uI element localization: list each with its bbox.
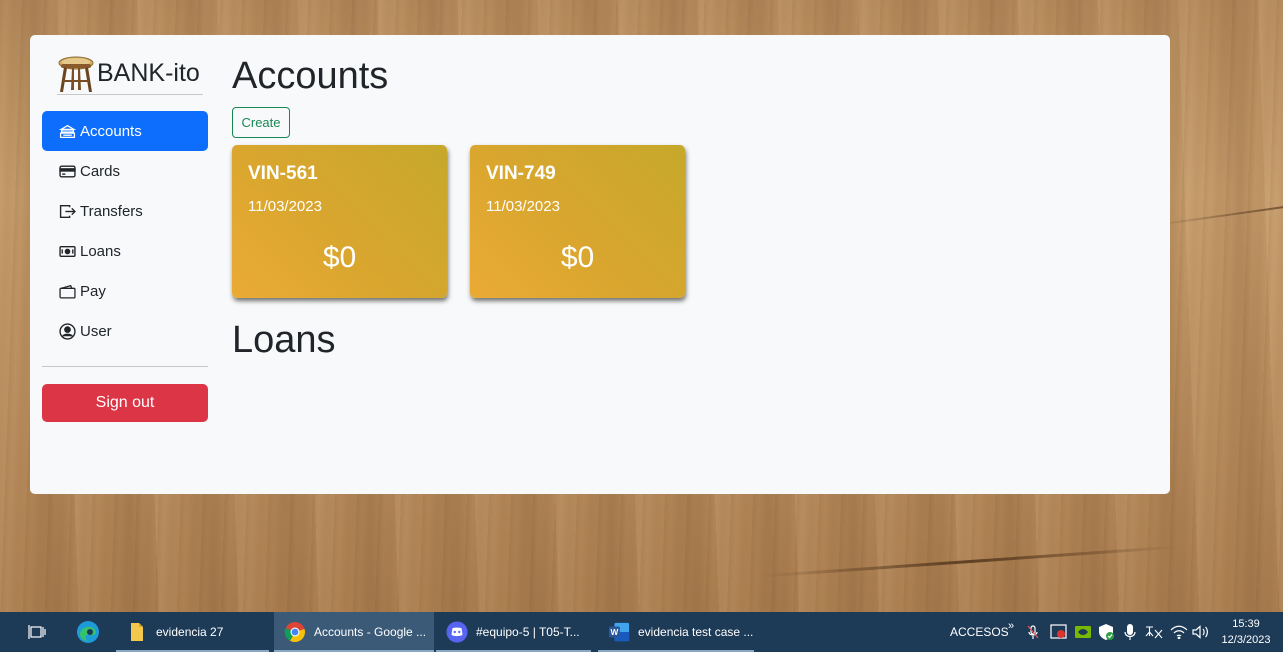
- sidebar-item-transfers[interactable]: Transfers: [42, 191, 208, 231]
- volume-icon[interactable]: [1192, 612, 1210, 652]
- security-shield-icon[interactable]: [1098, 612, 1114, 652]
- sidebar-item-user[interactable]: User: [42, 311, 208, 351]
- brand-name: BANK-ito: [97, 59, 200, 87]
- taskbar-app-label: Accounts - Google ...: [314, 625, 427, 639]
- sidebar-item-label: Pay: [80, 282, 106, 300]
- taskbar-app-label: evidencia 27: [156, 625, 224, 639]
- chrome-icon: [284, 621, 306, 643]
- cash-icon: [58, 242, 76, 260]
- taskbar-app-label: evidencia test case ...: [638, 625, 754, 639]
- sign-out-button[interactable]: Sign out: [42, 384, 208, 422]
- create-account-button[interactable]: Create: [232, 107, 290, 138]
- clock-time: 15:39: [1232, 618, 1260, 630]
- page-title: Accounts: [232, 55, 389, 97]
- nvidia-icon[interactable]: [1074, 612, 1092, 652]
- wallet-icon: [58, 282, 76, 300]
- sidebar-item-loans[interactable]: Loans: [42, 231, 208, 271]
- sidebar-item-label: Transfers: [80, 202, 143, 220]
- taskbar-app-explorer[interactable]: evidencia 27: [116, 612, 269, 652]
- taskbar: evidencia 27 Accounts - Google ... #equi…: [0, 612, 1283, 652]
- sidebar-item-label: Accounts: [80, 122, 142, 140]
- chevron-right-double-icon[interactable]: »: [1008, 606, 1014, 646]
- sidebar-item-label: User: [80, 322, 112, 340]
- sidebar-item-accounts[interactable]: Accounts: [42, 111, 208, 151]
- sidebar-item-label: Loans: [80, 242, 121, 260]
- sidebar-item-cards[interactable]: Cards: [42, 151, 208, 191]
- clock-date: 12/3/2023: [1221, 634, 1271, 646]
- taskbar-app-discord[interactable]: #equipo-5 | T05-T...: [436, 612, 591, 652]
- account-number: VIN-749: [486, 163, 556, 184]
- wifi-icon[interactable]: [1170, 612, 1188, 652]
- account-card[interactable]: VIN-561 11/03/2023 $0: [232, 145, 447, 298]
- taskbar-clock[interactable]: 15:39 12/3/2023: [1214, 616, 1278, 648]
- app-window: BANK-ito Accounts Cards Transfers Loans …: [30, 35, 1170, 494]
- sidebar-nav: Accounts Cards Transfers Loans Pay User: [42, 111, 208, 351]
- account-balance: $0: [560, 241, 595, 274]
- word-icon: W: [608, 621, 630, 643]
- microphone-muted-icon[interactable]: [1026, 612, 1040, 652]
- discord-icon: [446, 621, 468, 643]
- keyboard-language-icon[interactable]: [1144, 612, 1164, 652]
- brand[interactable]: BANK-ito: [57, 53, 203, 95]
- taskbar-app-word[interactable]: W evidencia test case ...: [598, 612, 754, 652]
- loans-section-title: Loans: [232, 319, 336, 361]
- sidebar-item-pay[interactable]: Pay: [42, 271, 208, 311]
- stool-logo-icon: [58, 56, 94, 92]
- account-date: 11/03/2023: [486, 198, 560, 215]
- account-balance: $0: [322, 241, 357, 274]
- recording-icon[interactable]: [1050, 612, 1068, 652]
- credit-card-icon: [58, 162, 76, 180]
- wallpaper-texture: [760, 545, 1180, 578]
- sidebar-divider: [42, 366, 208, 367]
- transfer-icon: [58, 202, 76, 220]
- user-circle-icon: [58, 322, 76, 340]
- account-date: 11/03/2023: [248, 198, 322, 215]
- taskbar-app-chrome[interactable]: Accounts - Google ...: [274, 612, 434, 652]
- task-view-icon[interactable]: [24, 612, 50, 652]
- microphone-icon[interactable]: [1124, 612, 1136, 652]
- account-number: VIN-561: [248, 163, 318, 184]
- bank-icon: [58, 122, 76, 140]
- svg-text:W: W: [611, 628, 619, 637]
- folder-icon: [126, 621, 148, 643]
- taskbar-app-label: #equipo-5 | T05-T...: [476, 625, 580, 639]
- account-card[interactable]: VIN-749 11/03/2023 $0: [470, 145, 685, 298]
- sidebar-item-label: Cards: [80, 162, 121, 180]
- tray-toolbar-label[interactable]: ACCESOS: [950, 612, 1009, 652]
- wallpaper-texture: [1150, 205, 1283, 227]
- edge-icon[interactable]: [72, 612, 104, 652]
